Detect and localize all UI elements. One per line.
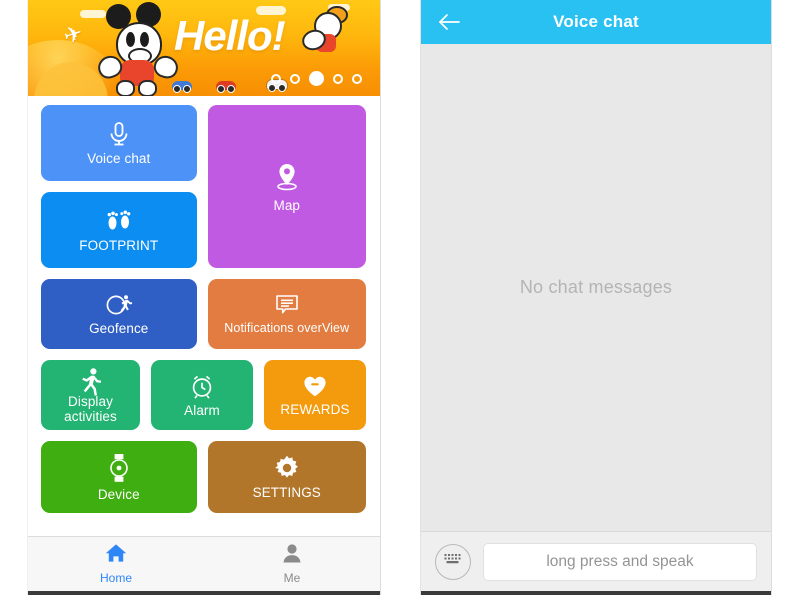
tile-rewards[interactable]: REWARDS [264,360,366,430]
car-icon [172,81,192,93]
home-icon [105,543,127,568]
tab-label: Me [283,571,301,585]
tile-label: Voice chat [87,151,151,166]
bottom-tab-bar: Home Me [28,536,380,591]
back-arrow-icon[interactable] [437,13,461,31]
microphone-icon [106,120,132,148]
keyboard-toggle-button[interactable] [435,543,471,580]
heart-icon [301,373,329,399]
tile-label: Device [97,487,140,502]
pagination-dot[interactable] [290,73,300,84]
tile-label: REWARDS [280,402,350,417]
page-title: Voice chat [553,12,639,31]
tile-notifications-overview[interactable]: Notifications overView [207,279,366,349]
cartoon-mouse-mascot-icon [94,2,184,96]
tile-row-2: Geofence Notifications overView [41,279,366,349]
car-icon [216,81,236,93]
pagination-dot[interactable] [271,73,281,84]
geofence-circle-icon [104,292,134,318]
tile-column-left: Voice chat FOOTPRINT [41,105,197,268]
press-to-speak-button[interactable]: long press and speak [483,542,757,581]
pagination-dot[interactable] [352,73,362,84]
tile-row-1: Voice chat FOOTPRINT Map [41,105,366,268]
right-phone-screen: Voice chat No chat messages long press a… [420,0,772,595]
promo-banner[interactable]: ✈ Hello! [28,0,380,96]
tile-label: Alarm [184,403,220,418]
running-person-icon [78,367,104,397]
person-icon [281,543,303,568]
tile-geofence[interactable]: Geofence [41,279,197,349]
screenshot-stage: ✈ Hello! Voice chat FOOTPRINT Map Geofen… [0,0,800,599]
tile-label: FOOTPRINT [79,238,159,253]
gear-icon [273,454,301,482]
cartoon-bird-mascot-icon [299,6,352,66]
feature-tile-grid: Voice chat FOOTPRINT Map Geofence Notifi… [28,96,380,513]
tile-alarm[interactable]: Alarm [151,360,253,430]
voice-chat-navbar: Voice chat [421,0,771,44]
tile-label-line1: Display [68,393,113,409]
tile-voice-chat[interactable]: Voice chat [41,105,197,181]
message-bubble-icon [273,292,301,318]
tile-row-4: Device SETTINGS [41,441,366,513]
tile-settings[interactable]: SETTINGS [207,441,366,513]
alarm-clock-icon [188,372,216,400]
chat-message-area: No chat messages [421,44,771,531]
banner-greeting-text: Hello! [174,12,286,59]
footprints-icon [105,207,133,235]
tab-me[interactable]: Me [204,537,380,591]
tile-label: Notifications overView [224,321,350,335]
banner-pagination-dots[interactable] [271,71,362,86]
tab-home[interactable]: Home [28,537,204,591]
left-phone-screen: ✈ Hello! Voice chat FOOTPRINT Map Geofen… [27,0,381,595]
tile-label: SETTINGS [252,485,321,500]
tile-map[interactable]: Map [207,105,366,268]
tile-label-line2: activities [64,408,117,424]
smartwatch-icon [106,452,132,484]
tile-label: Geofence [89,321,149,336]
tile-display-activities[interactable]: Display activities [41,360,141,430]
tile-device[interactable]: Device [41,441,197,513]
tile-footprint[interactable]: FOOTPRINT [41,192,197,268]
map-pin-icon [272,161,302,195]
tile-label: Map [273,197,301,213]
pagination-dot-active[interactable] [309,71,324,86]
chat-input-bar: long press and speak [421,531,771,591]
tab-label: Home [99,571,132,585]
pagination-dot[interactable] [333,73,343,84]
tile-row-3: Display activities Alarm REWARDS [41,360,366,430]
empty-state-text: No chat messages [519,277,673,297]
keyboard-icon [443,552,463,572]
